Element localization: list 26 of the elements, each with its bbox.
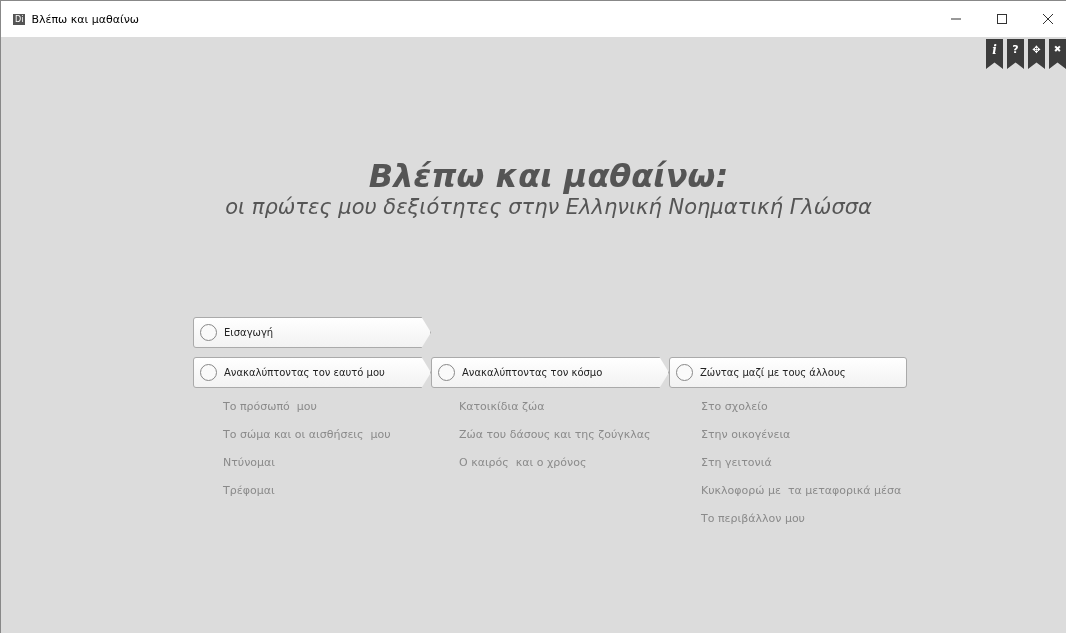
subtitle: οι πρώτες μου δεξιότητες στην Ελληνική Νοηματική Γλώσσα (224, 195, 873, 219)
close-icon[interactable]: ✖ (1049, 39, 1066, 69)
intro-button[interactable]: Εισαγωγή (193, 317, 431, 348)
maximize-icon[interactable] (996, 13, 1008, 25)
info-icon[interactable]: i (986, 39, 1003, 69)
section-button[interactable]: Ανακαλύπτοντας τον εαυτό μου (193, 357, 431, 388)
topic-link[interactable]: Κυκλοφορώ με τα μεταφορικά μέσα (701, 483, 907, 499)
main-title: Βλέπω και μαθαίνω: (367, 157, 730, 195)
move-icon[interactable]: ✥ (1028, 39, 1045, 69)
app-icon: Di (13, 13, 26, 25)
topic-link[interactable]: Το περιβάλλον μου (701, 511, 907, 527)
help-icon[interactable]: ? (1007, 39, 1024, 69)
topic-link[interactable]: Ντύνομαι (223, 455, 431, 471)
topic-link[interactable]: Στο σχολείο (701, 399, 907, 415)
topic-link[interactable]: Το πρόσωπό μου (223, 399, 431, 415)
topic-link[interactable]: Στη γειτονιά (701, 455, 907, 471)
topic-link[interactable]: Ο καιρός και ο χρόνος (459, 455, 669, 471)
section-button[interactable]: Ζώντας μαζί με τους άλλους (669, 357, 907, 388)
topic-link[interactable]: Τρέφομαι (223, 483, 431, 499)
topic-link[interactable]: Το σώμα και οι αισθήσεις μου (223, 427, 431, 443)
section-button[interactable]: Ανακαλύπτοντας τον κόσμο (431, 357, 669, 388)
topic-link[interactable]: Ζώα του δάσους και της ζούγκλας (459, 427, 669, 443)
topic-link[interactable]: Στην οικογένεια (701, 427, 907, 443)
window-title: Βλέπω και μαθαίνω (31, 12, 139, 26)
topic-link[interactable]: Κατοικίδια ζώα (459, 399, 669, 415)
close-icon[interactable] (1042, 13, 1054, 25)
